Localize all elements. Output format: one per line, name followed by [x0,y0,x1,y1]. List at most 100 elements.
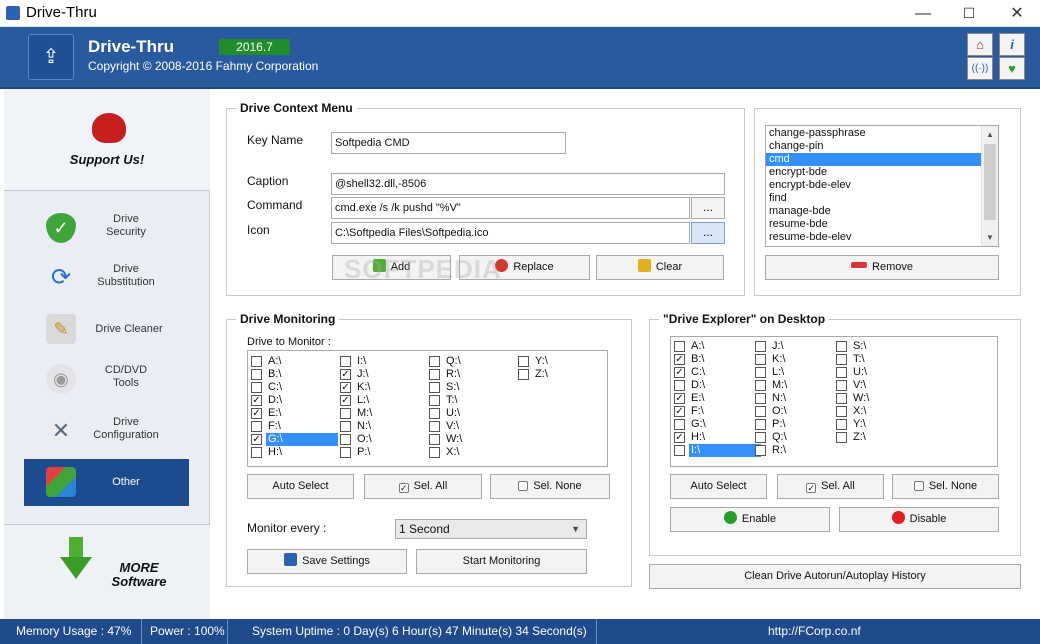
checkbox-empty-icon[interactable] [429,356,440,367]
checkbox-checked-icon[interactable]: ✓ [674,432,685,443]
command-browse-button[interactable]: ... [691,197,725,219]
monitor-drive-checkbox[interactable]: W:\ [429,433,519,446]
checkbox-empty-icon[interactable] [429,408,440,419]
monitor-drive-checkbox[interactable]: ✓ E:\ [251,407,341,420]
explorer-drive-checkbox[interactable]: X:\ [836,405,926,418]
explorer-drive-checkbox[interactable]: S:\ [836,340,926,353]
caption-input[interactable]: @shell32.dll,-8506 [331,173,725,195]
save-settings-button[interactable]: Save Settings [247,549,407,574]
monitor-drive-checkbox[interactable]: O:\ [340,433,430,446]
monitor-sel-none-button[interactable]: Sel. None [490,474,610,499]
sidebar-item-cd-dvd-tools[interactable]: ◉ CD/DVD Tools [24,356,189,403]
checkbox-empty-icon[interactable] [755,380,766,391]
checkbox-empty-icon[interactable] [755,367,766,378]
list-item[interactable]: change-pin [766,140,981,153]
heart-plus-icon[interactable]: ♥ [999,57,1025,80]
list-item[interactable]: change-passphrase [766,127,981,140]
close-button[interactable]: ✕ [994,0,1040,27]
checkbox-empty-icon[interactable] [674,445,685,456]
clear-button[interactable]: Clear [596,255,724,280]
checkbox-empty-icon[interactable] [251,382,262,393]
explorer-drive-checkbox[interactable]: W:\ [836,392,926,405]
explorer-drive-checkbox[interactable]: O:\ [755,405,845,418]
explorer-drive-checkbox[interactable]: G:\ [674,418,764,431]
explorer-drive-checkbox[interactable]: T:\ [836,353,926,366]
checkbox-empty-icon[interactable] [429,421,440,432]
sidebar-item-other[interactable]: Other [24,459,189,506]
checkbox-checked-icon[interactable]: ✓ [340,369,351,380]
icon-input[interactable]: C:\Softpedia Files\Softpedia.ico [331,222,690,244]
explorer-drive-checkbox[interactable]: L:\ [755,366,845,379]
monitor-drive-checkbox[interactable]: Q:\ [429,355,519,368]
list-item[interactable]: cmd [766,153,981,166]
checkbox-empty-icon[interactable] [518,356,529,367]
monitor-drive-checkbox[interactable]: P:\ [340,446,430,459]
monitor-drive-checkbox[interactable]: ✓ G:\ [251,433,341,446]
monitor-drive-checkbox[interactable]: F:\ [251,420,341,433]
start-monitoring-button[interactable]: Start Monitoring [416,549,587,574]
checkbox-empty-icon[interactable] [755,419,766,430]
explorer-drive-checkbox[interactable]: P:\ [755,418,845,431]
checkbox-checked-icon[interactable]: ✓ [340,382,351,393]
checkbox-empty-icon[interactable] [340,434,351,445]
explorer-drive-checkbox[interactable]: A:\ [674,340,764,353]
monitor-drive-checkbox[interactable]: ✓ L:\ [340,394,430,407]
monitor-drive-checkbox[interactable]: H:\ [251,446,341,459]
checkbox-empty-icon[interactable] [836,432,847,443]
checkbox-empty-icon[interactable] [836,354,847,365]
maximize-button[interactable]: ☐ [946,0,992,27]
monitor-drive-checkbox[interactable]: A:\ [251,355,341,368]
explorer-sel-none-button[interactable]: Sel. None [892,474,999,499]
checkbox-empty-icon[interactable] [518,369,529,380]
list-item[interactable]: manage-bde [766,205,981,218]
minimize-button[interactable]: — [900,0,946,27]
list-item[interactable]: encrypt-bde-elev [766,179,981,192]
explorer-drive-checkbox[interactable]: ✓ B:\ [674,353,764,366]
info-icon[interactable]: i [999,33,1025,56]
home-icon[interactable]: ⌂ [967,33,993,56]
scroll-up-icon[interactable]: ▲ [982,126,998,143]
checkbox-empty-icon[interactable] [674,341,685,352]
checkbox-checked-icon[interactable]: ✓ [251,395,262,406]
checkbox-checked-icon[interactable]: ✓ [674,393,685,404]
disable-button[interactable]: Disable [839,507,999,532]
explorer-drive-checkbox[interactable]: Y:\ [836,418,926,431]
website-link[interactable]: http://FCorp.co.nf [760,619,900,644]
checkbox-empty-icon[interactable] [340,356,351,367]
explorer-drive-checkbox[interactable]: ✓ E:\ [674,392,764,405]
monitor-interval-select[interactable]: 1 Second ▼ [395,519,587,539]
monitor-drive-checkbox[interactable]: C:\ [251,381,341,394]
explorer-drive-checkbox[interactable]: U:\ [836,366,926,379]
explorer-drive-checkbox[interactable]: Z:\ [836,431,926,444]
explorer-drive-checkbox[interactable]: J:\ [755,340,845,353]
explorer-drive-checkbox[interactable]: Q:\ [755,431,845,444]
checkbox-empty-icon[interactable] [340,447,351,458]
checkbox-empty-icon[interactable] [674,419,685,430]
explorer-drive-checkbox[interactable]: D:\ [674,379,764,392]
monitor-drive-checkbox[interactable]: X:\ [429,446,519,459]
explorer-drive-checkbox[interactable]: K:\ [755,353,845,366]
checkbox-empty-icon[interactable] [340,421,351,432]
checkbox-empty-icon[interactable] [836,393,847,404]
list-item[interactable]: resume-bde [766,218,981,231]
command-input[interactable]: cmd.exe /s /k pushd "%V" [331,197,690,219]
checkbox-checked-icon[interactable]: ✓ [340,395,351,406]
monitor-drive-checkbox[interactable]: B:\ [251,368,341,381]
checkbox-empty-icon[interactable] [755,393,766,404]
checkbox-empty-icon[interactable] [836,341,847,352]
explorer-drive-checkbox[interactable]: M:\ [755,379,845,392]
key-name-input[interactable]: Softpedia CMD [331,132,566,154]
sidebar-item-drive-security[interactable]: ✓ Drive Security [24,205,189,252]
checkbox-empty-icon[interactable] [251,447,262,458]
monitor-drive-checkbox[interactable]: Z:\ [518,368,608,381]
monitor-drive-checkbox[interactable]: N:\ [340,420,430,433]
checkbox-empty-icon[interactable] [251,369,262,380]
checkbox-checked-icon[interactable]: ✓ [251,408,262,419]
icon-browse-button[interactable]: ... [691,222,725,244]
support-us-button[interactable]: Support Us! [4,89,210,191]
checkbox-empty-icon[interactable] [755,445,766,456]
monitor-drive-checkbox[interactable]: ✓ J:\ [340,368,430,381]
explorer-sel-all-button[interactable]: ✓ Sel. All [777,474,884,499]
monitor-sel-all-button[interactable]: ✓ Sel. All [364,474,482,499]
explorer-drive-checkbox[interactable]: ✓ C:\ [674,366,764,379]
